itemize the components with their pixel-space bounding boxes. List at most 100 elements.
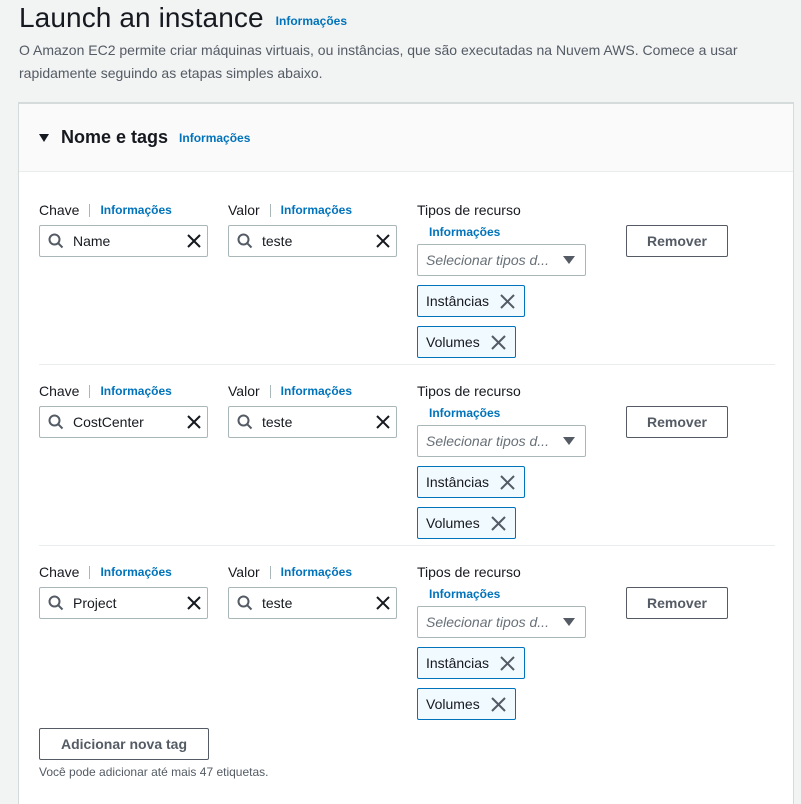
- token-volumes: Volumes: [417, 688, 516, 720]
- token-volumes: Volumes: [417, 326, 516, 358]
- remove-button[interactable]: Remover: [626, 587, 728, 619]
- select-placeholder: Selecionar tipos d...: [426, 614, 549, 630]
- token-instancias: Instâncias: [417, 285, 526, 317]
- value-input[interactable]: teste: [228, 587, 397, 619]
- token-label: Volumes: [426, 515, 480, 531]
- clear-icon[interactable]: [374, 232, 392, 250]
- key-label: Chave: [39, 564, 80, 580]
- select-placeholder: Selecionar tipos d...: [426, 433, 549, 449]
- clear-icon[interactable]: [374, 594, 392, 612]
- search-icon: [237, 595, 253, 611]
- divider: [269, 384, 271, 398]
- resource-types-select[interactable]: Selecionar tipos d...: [417, 606, 586, 638]
- page-title: Launch an instance: [19, 2, 264, 33]
- value-input[interactable]: teste: [228, 406, 397, 438]
- search-icon: [237, 233, 253, 249]
- key-column: Chave Informações Project: [39, 562, 208, 619]
- dropdown-arrow-icon: [563, 256, 575, 264]
- value-column: Valor Informações teste: [228, 562, 397, 619]
- dismiss-icon[interactable]: [490, 515, 507, 532]
- key-label: Chave: [39, 383, 80, 399]
- tag-row: Chave Informações CostCenter Valor Infor…: [39, 365, 775, 546]
- token-label: Volumes: [426, 696, 480, 712]
- value-text: teste: [262, 233, 293, 249]
- resource-types-info-link[interactable]: Informações: [429, 406, 500, 420]
- key-info-link[interactable]: Informações: [100, 384, 171, 398]
- resource-types-label: Tipos de recurso: [417, 383, 521, 399]
- page-description: O Amazon EC2 permite criar máquinas virt…: [19, 42, 738, 81]
- token-label: Volumes: [426, 334, 480, 350]
- remove-button[interactable]: Remover: [626, 406, 728, 438]
- key-input[interactable]: CostCenter: [39, 406, 208, 438]
- token-label: Instâncias: [426, 474, 490, 490]
- resource-types-column: Tipos de recurso Informações Selecionar …: [417, 381, 586, 539]
- value-label: Valor: [228, 564, 260, 580]
- value-column: Valor Informações teste: [228, 200, 397, 257]
- resource-types-label: Tipos de recurso: [417, 202, 521, 218]
- section-title: Nome e tags: [61, 127, 169, 147]
- tag-row: Chave Informações Project Valor Informaç…: [39, 546, 775, 727]
- value-input[interactable]: teste: [228, 225, 397, 257]
- resource-types-column: Tipos de recurso Informações Selecionar …: [417, 200, 586, 358]
- search-icon: [48, 595, 64, 611]
- clear-icon[interactable]: [185, 232, 203, 250]
- resource-types-label: Tipos de recurso: [417, 564, 521, 580]
- value-column: Valor Informações teste: [228, 381, 397, 438]
- title-info-link[interactable]: Informações: [276, 14, 347, 28]
- key-info-link[interactable]: Informações: [100, 565, 171, 579]
- value-text: teste: [262, 414, 293, 430]
- divider: [89, 384, 91, 398]
- section-info-link[interactable]: Informações: [179, 131, 250, 145]
- search-icon: [237, 414, 253, 430]
- search-icon: [48, 233, 64, 249]
- dropdown-arrow-icon: [563, 618, 575, 626]
- page-header: Launch an instance Informações O Amazon …: [19, 0, 789, 85]
- add-tag-button[interactable]: Adicionar nova tag: [39, 728, 209, 760]
- dismiss-icon[interactable]: [499, 474, 516, 491]
- divider: [269, 203, 271, 217]
- select-placeholder: Selecionar tipos d...: [426, 252, 549, 268]
- resource-types-column: Tipos de recurso Informações Selecionar …: [417, 562, 586, 720]
- key-value: CostCenter: [73, 414, 144, 430]
- key-column: Chave Informações CostCenter: [39, 381, 208, 438]
- search-icon: [48, 414, 64, 430]
- value-info-link[interactable]: Informações: [281, 203, 352, 217]
- token-instancias: Instâncias: [417, 647, 526, 679]
- key-input[interactable]: Project: [39, 587, 208, 619]
- caret-down-icon[interactable]: [39, 133, 49, 142]
- key-value: Name: [73, 233, 111, 249]
- value-info-link[interactable]: Informações: [281, 565, 352, 579]
- dismiss-icon[interactable]: [499, 655, 516, 672]
- divider: [89, 565, 91, 579]
- resource-types-info-link[interactable]: Informações: [429, 225, 500, 239]
- dismiss-icon[interactable]: [490, 696, 507, 713]
- key-info-link[interactable]: Informações: [100, 203, 171, 217]
- dismiss-icon[interactable]: [490, 334, 507, 351]
- resource-types-select[interactable]: Selecionar tipos d...: [417, 244, 586, 276]
- tag-row: Chave Informações Name Valor Informações…: [39, 184, 775, 365]
- dropdown-arrow-icon: [563, 437, 575, 445]
- name-and-tags-panel: Nome e tags Informações Chave Informaçõe…: [18, 102, 794, 804]
- key-input[interactable]: Name: [39, 225, 208, 257]
- tag-limit-hint: Você pode adicionar até mais 47 etiqueta…: [39, 765, 269, 779]
- clear-icon[interactable]: [185, 413, 203, 431]
- resource-types-select[interactable]: Selecionar tipos d...: [417, 425, 586, 457]
- clear-icon[interactable]: [374, 413, 392, 431]
- key-label: Chave: [39, 202, 80, 218]
- key-column: Chave Informações Name: [39, 200, 208, 257]
- section-header[interactable]: Nome e tags Informações: [19, 104, 793, 172]
- value-info-link[interactable]: Informações: [281, 384, 352, 398]
- token-label: Instâncias: [426, 655, 490, 671]
- token-instancias: Instâncias: [417, 466, 526, 498]
- key-value: Project: [73, 595, 117, 611]
- value-text: teste: [262, 595, 293, 611]
- resource-types-info-link[interactable]: Informações: [429, 587, 500, 601]
- clear-icon[interactable]: [185, 594, 203, 612]
- divider: [269, 565, 271, 579]
- remove-button[interactable]: Remover: [626, 225, 728, 257]
- token-label: Instâncias: [426, 293, 490, 309]
- dismiss-icon[interactable]: [499, 293, 516, 310]
- title-row: Launch an instance Informações: [19, 0, 789, 36]
- divider: [89, 203, 91, 217]
- value-label: Valor: [228, 383, 260, 399]
